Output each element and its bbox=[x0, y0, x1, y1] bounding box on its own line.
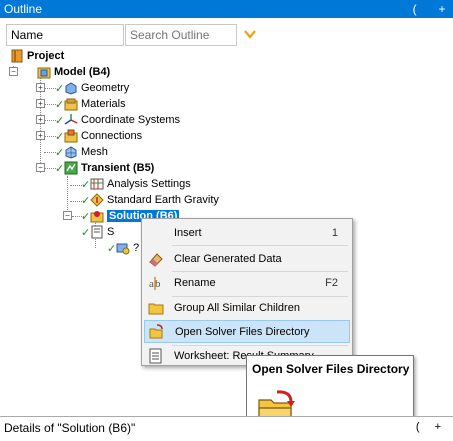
result-probe-icon bbox=[116, 243, 130, 255]
svg-text:a: a bbox=[149, 278, 154, 290]
search-outline-input[interactable] bbox=[125, 24, 237, 46]
check-icon: ✓ bbox=[81, 226, 91, 239]
tree-item-connections[interactable]: ✓ Connections bbox=[55, 128, 142, 144]
context-menu: Insert 1 Clear Generated Data a b Rename… bbox=[141, 218, 353, 366]
details-title: Details of "Solution (B6)" bbox=[4, 421, 136, 435]
collapse-model-toggle[interactable]: − bbox=[9, 67, 18, 76]
name-filter-value: Name bbox=[11, 28, 44, 42]
check-icon: ✓ bbox=[55, 130, 65, 143]
mesh-icon bbox=[65, 146, 77, 159]
outline-toolbar: Name bbox=[0, 18, 453, 50]
tree-item-coordinate-systems[interactable]: ✓ Coordinate Systems bbox=[55, 112, 180, 128]
expand-materials-toggle[interactable]: + bbox=[36, 99, 45, 108]
solution-information-icon bbox=[91, 225, 103, 239]
expand-coordinate-systems-toggle[interactable]: + bbox=[36, 115, 45, 124]
tree-item-materials[interactable]: ✓ Materials bbox=[55, 96, 126, 112]
close-button[interactable]: + bbox=[435, 0, 449, 18]
menu-item-insert[interactable]: Insert 1 bbox=[144, 221, 350, 244]
tree-item-project[interactable]: Project bbox=[10, 48, 64, 64]
check-icon: ✓ bbox=[107, 242, 117, 255]
tree-item-mesh[interactable]: ✓ Mesh bbox=[55, 144, 108, 160]
menu-item-open-solver-files[interactable]: Open Solver Files Directory bbox=[144, 320, 350, 343]
name-filter-field[interactable]: Name bbox=[6, 24, 124, 46]
check-icon: ✓ bbox=[55, 146, 65, 159]
tree-item-solution-information[interactable]: ✓ S bbox=[81, 224, 114, 240]
eraser-icon bbox=[149, 252, 163, 267]
check-icon: ✓ bbox=[55, 162, 65, 175]
details-panel-header: Details of "Solution (B6)" ( + bbox=[0, 416, 453, 441]
gravity-icon bbox=[90, 193, 104, 207]
menu-item-rename[interactable]: a b Rename F2 bbox=[144, 271, 350, 294]
tree-item-geometry[interactable]: ✓ Geometry bbox=[55, 80, 129, 96]
model-icon bbox=[37, 67, 51, 79]
outline-titlebar: Outline ( + bbox=[0, 0, 453, 18]
details-pin-button[interactable]: ( bbox=[416, 421, 426, 433]
geometry-icon bbox=[65, 82, 77, 95]
window-title: Outline bbox=[4, 2, 43, 16]
insert-icon bbox=[144, 221, 168, 244]
tree-item-model[interactable]: Model (B4) bbox=[37, 64, 110, 80]
folder-icon bbox=[148, 303, 164, 314]
tree-item-solution-result[interactable]: ✓ ? bbox=[107, 240, 139, 256]
pin-button[interactable]: ( bbox=[408, 0, 422, 18]
tree-item-transient[interactable]: ✓ Transient (B5) bbox=[55, 160, 154, 176]
connections-icon bbox=[64, 129, 78, 143]
check-icon: ✓ bbox=[81, 194, 91, 207]
transient-analysis-icon bbox=[64, 161, 78, 175]
tooltip-title: Open Solver Files Directory bbox=[252, 362, 410, 376]
materials-icon bbox=[64, 98, 78, 111]
check-icon: ✓ bbox=[55, 82, 65, 95]
check-icon: ✓ bbox=[55, 98, 65, 111]
svg-text:b: b bbox=[155, 278, 161, 290]
solution-icon bbox=[90, 211, 104, 223]
analysis-settings-icon bbox=[90, 178, 104, 190]
chevron-down-icon[interactable] bbox=[243, 28, 257, 40]
menu-item-clear-generated-data[interactable]: Clear Generated Data bbox=[144, 247, 350, 270]
check-icon: ✓ bbox=[81, 178, 91, 191]
collapse-solution-toggle[interactable]: − bbox=[63, 211, 72, 220]
rename-icon: a b bbox=[149, 276, 161, 290]
tree-item-earth-gravity[interactable]: ✓ Standard Earth Gravity bbox=[81, 192, 219, 208]
coordinate-axes-icon bbox=[64, 114, 78, 125]
collapse-transient-toggle[interactable]: − bbox=[36, 163, 45, 172]
open-folder-icon bbox=[149, 323, 163, 338]
expand-geometry-toggle[interactable]: + bbox=[36, 83, 45, 92]
tree-item-analysis-settings[interactable]: ✓ Analysis Settings bbox=[81, 176, 191, 192]
worksheet-icon bbox=[149, 348, 162, 363]
project-icon bbox=[11, 49, 23, 63]
menu-item-group-similar[interactable]: Group All Similar Children bbox=[144, 296, 350, 319]
check-icon: ✓ bbox=[81, 210, 91, 223]
check-icon: ✓ bbox=[55, 114, 65, 127]
details-close-button[interactable]: + bbox=[435, 421, 447, 433]
expand-connections-toggle[interactable]: + bbox=[36, 131, 45, 140]
